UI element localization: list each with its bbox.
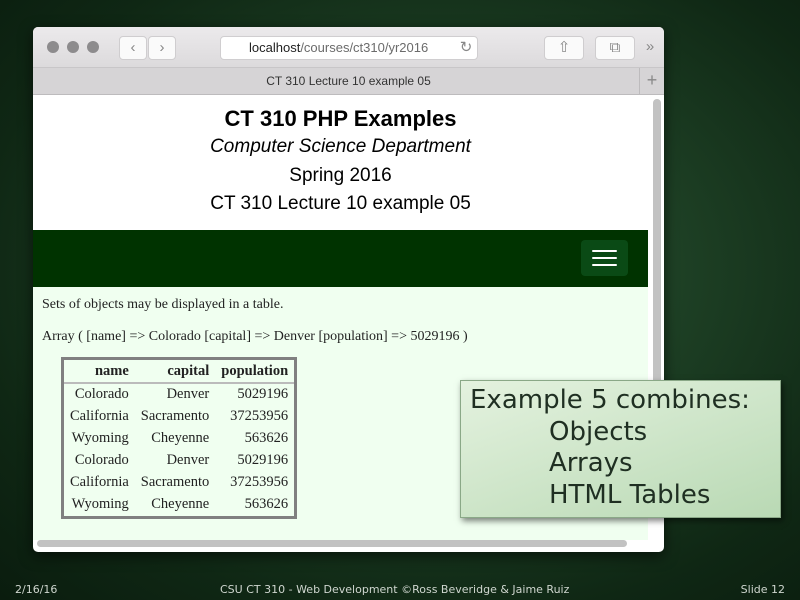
callout-box: Example 5 combines: Objects Arrays HTML … xyxy=(460,380,781,518)
table-cell: 563626 xyxy=(244,430,289,446)
table-cell: Sacramento xyxy=(140,474,210,490)
array-dump: Array ( [name] => Colorado [capital] => … xyxy=(42,329,468,344)
callout-item: Arrays xyxy=(549,448,633,478)
column-header: capital xyxy=(134,358,216,384)
table-row: Colorado Denver 5029196 xyxy=(63,383,296,406)
callout-item: HTML Tables xyxy=(549,479,711,510)
url-path: /courses/ct310/yr2016 xyxy=(300,40,429,55)
table-cell: Denver xyxy=(166,452,210,468)
callout-item: Objects xyxy=(549,416,648,447)
page-title: CT 310 PHP Examples xyxy=(224,106,457,131)
tabs-overview-button[interactable]: ⧉ xyxy=(595,36,635,60)
table-cell: Cheyenne xyxy=(151,496,210,512)
new-tab-button[interactable]: + xyxy=(639,68,664,94)
footer-date: 2/16/16 xyxy=(15,583,58,596)
zoom-window-button[interactable] xyxy=(87,41,99,53)
table-cell: Colorado xyxy=(74,386,129,402)
close-window-button[interactable] xyxy=(47,41,59,53)
table-row: California Sacramento 37253956 xyxy=(63,406,296,428)
reload-icon[interactable]: ↻ xyxy=(457,37,475,61)
browser-toolbar: ‹ › localhost/courses/ct310/yr2016 ↻ ⇧ ⧉… xyxy=(33,27,664,68)
table-cell: Denver xyxy=(166,386,210,402)
column-header: population xyxy=(215,358,296,384)
hamburger-icon xyxy=(592,264,617,266)
table-cell: Sacramento xyxy=(140,408,210,424)
table-cell: 37253956 xyxy=(230,474,289,490)
lecture: CT 310 Lecture 10 example 05 xyxy=(210,193,471,214)
intro-text: Sets of objects may be displayed in a ta… xyxy=(42,297,284,312)
table-cell: 5029196 xyxy=(237,386,289,402)
vertical-scrollbar[interactable] xyxy=(653,99,661,399)
table-cell: Wyoming xyxy=(71,430,129,446)
share-button[interactable]: ⇧ xyxy=(544,36,584,60)
table-cell: 563626 xyxy=(244,496,289,512)
back-button[interactable]: ‹ xyxy=(119,36,147,60)
horizontal-scrollbar[interactable] xyxy=(37,540,627,547)
table-row: Wyoming Cheyenne 563626 xyxy=(63,428,296,450)
hamburger-icon xyxy=(592,257,617,259)
address-bar[interactable]: localhost/courses/ct310/yr2016 xyxy=(220,36,478,60)
url-host: localhost xyxy=(249,40,301,55)
forward-button[interactable]: › xyxy=(148,36,176,60)
minimize-window-button[interactable] xyxy=(67,41,79,53)
table-cell: California xyxy=(70,474,129,490)
table-row: California Sacramento 37253956 xyxy=(63,472,296,494)
states-table: name capital population Colorado Denver 50… xyxy=(61,357,298,519)
table-cell: Wyoming xyxy=(71,496,129,512)
table-cell: 37253956 xyxy=(230,408,289,424)
table-row: Wyoming Cheyenne 563626 xyxy=(63,494,296,518)
table-cell: Cheyenne xyxy=(151,430,210,446)
table-cell: 5029196 xyxy=(237,452,289,468)
table-cell: California xyxy=(70,408,129,424)
hamburger-icon xyxy=(592,250,617,252)
table-cell: Colorado xyxy=(74,452,129,468)
department: Computer Science Department xyxy=(210,136,471,157)
callout-heading: Example 5 combines: xyxy=(470,385,750,415)
tab-active[interactable]: CT 310 Lecture 10 example 05 xyxy=(266,74,431,88)
slide-number: Slide 12 xyxy=(740,583,785,596)
page-header: CT 310 PHP Examples Computer Science Dep… xyxy=(33,95,648,230)
footer-credit: CSU CT 310 - Web Development ©Ross Bever… xyxy=(220,583,570,596)
table-row: Colorado Denver 5029196 xyxy=(63,450,296,472)
column-header: name xyxy=(62,358,135,384)
navbar xyxy=(33,230,648,287)
tab-bar: CT 310 Lecture 10 example 05 + xyxy=(33,68,664,95)
term: Spring 2016 xyxy=(289,165,392,186)
menu-toggle-button[interactable] xyxy=(581,240,628,276)
more-icon[interactable]: » xyxy=(640,36,660,60)
